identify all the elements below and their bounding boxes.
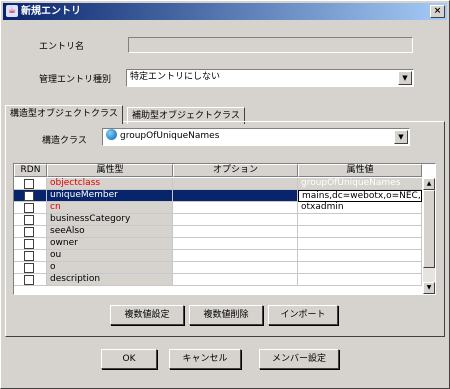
vertical-scrollbar[interactable]: ▲ ▼ xyxy=(423,178,435,294)
option-cell[interactable] xyxy=(173,262,298,274)
attribute-type-cell: ou xyxy=(47,250,173,262)
multi-value-set-button[interactable]: 複数値設定 xyxy=(110,305,184,325)
rdn-checkbox[interactable] xyxy=(24,275,34,285)
multi-value-delete-button[interactable]: 複数値削除 xyxy=(189,305,263,325)
table-row[interactable]: uniqueMember mains,dc=webotx,o=NEC,c=JP xyxy=(14,190,422,202)
structural-class-label: 構造クラス xyxy=(42,136,87,146)
option-cell[interactable] xyxy=(173,238,298,250)
ok-button[interactable]: OK xyxy=(101,349,157,369)
member-settings-button[interactable]: メンバー設定 xyxy=(259,349,339,369)
rdn-cell xyxy=(14,178,47,190)
rdn-cell xyxy=(14,262,47,274)
table-row[interactable]: o xyxy=(14,262,422,274)
attribute-table: RDN 属性型 オプション 属性値 objectclass groupOfUniq… xyxy=(13,163,436,295)
attribute-value-cell[interactable] xyxy=(298,214,422,226)
structural-class-value: groupOfUniqueNames xyxy=(120,131,220,141)
attribute-value-cell[interactable] xyxy=(298,238,422,250)
attribute-type-cell: o xyxy=(47,262,173,274)
dialog-window: ☕ 新規エントリ × エントリ名 管理エントリ種別 特定エントリにしない ▼ 構… xyxy=(0,0,450,389)
option-cell[interactable] xyxy=(173,178,298,190)
cancel-button[interactable]: キャンセル xyxy=(169,349,241,369)
table-row[interactable]: objectclass groupOfUniqueNames xyxy=(14,178,422,190)
rdn-checkbox[interactable] xyxy=(24,251,34,261)
rdn-checkbox[interactable] xyxy=(24,191,34,201)
table-row[interactable]: businessCategory xyxy=(14,214,422,226)
attribute-value-cell[interactable] xyxy=(298,262,422,274)
attribute-type-cell: owner xyxy=(47,238,173,250)
attribute-value-cell[interactable] xyxy=(298,274,422,286)
attribute-type-cell: objectclass xyxy=(47,178,173,190)
attribute-value-cell[interactable] xyxy=(298,250,422,262)
rdn-cell xyxy=(14,190,47,202)
option-cell[interactable] xyxy=(173,190,298,202)
rdn-cell xyxy=(14,226,47,238)
manage-type-label: 管理エントリ種別 xyxy=(39,75,112,85)
title-bar: ☕ 新規エントリ × xyxy=(3,3,447,20)
column-header-option[interactable]: オプション xyxy=(173,164,298,177)
attribute-type-cell: description xyxy=(47,274,173,286)
attribute-value-cell[interactable]: mains,dc=webotx,o=NEC,c=JP xyxy=(298,190,422,202)
table-row[interactable]: cn otxadmin xyxy=(14,202,422,214)
rdn-cell xyxy=(14,202,47,214)
column-header-attribute-value[interactable]: 属性値 xyxy=(298,164,422,177)
rdn-checkbox[interactable] xyxy=(24,263,34,273)
rdn-checkbox[interactable] xyxy=(24,227,34,237)
attribute-type-cell: uniqueMember xyxy=(47,190,173,202)
rdn-cell xyxy=(14,274,47,286)
rdn-checkbox[interactable] xyxy=(24,239,34,249)
attribute-value-cell[interactable] xyxy=(298,226,422,238)
entry-name-label: エントリ名 xyxy=(39,42,85,52)
rdn-cell xyxy=(14,214,47,226)
import-button[interactable]: インポート xyxy=(268,305,338,325)
option-cell[interactable] xyxy=(173,202,298,214)
column-header-rdn[interactable]: RDN xyxy=(14,164,47,177)
attribute-type-cell: seeAlso xyxy=(47,226,173,238)
scroll-thumb[interactable] xyxy=(423,190,435,268)
rdn-checkbox[interactable] xyxy=(24,179,34,189)
manage-type-value: 特定エントリにしない xyxy=(130,72,221,82)
option-cell[interactable] xyxy=(173,226,298,238)
chevron-down-icon[interactable]: ▼ xyxy=(398,71,412,85)
rdn-checkbox[interactable] xyxy=(24,215,34,225)
structural-class-select[interactable]: groupOfUniqueNames ▼ xyxy=(102,128,410,146)
column-header-attribute-type[interactable]: 属性型 xyxy=(47,164,173,177)
rdn-cell xyxy=(14,238,47,250)
attribute-type-cell: cn xyxy=(47,202,173,214)
option-cell[interactable] xyxy=(173,250,298,262)
option-cell[interactable] xyxy=(173,214,298,226)
entry-name-field[interactable] xyxy=(128,37,413,53)
scroll-up-icon[interactable]: ▲ xyxy=(423,178,435,190)
table-row[interactable]: ou xyxy=(14,250,422,262)
table-row[interactable]: owner xyxy=(14,238,422,250)
rdn-cell xyxy=(14,250,47,262)
attribute-type-cell: businessCategory xyxy=(47,214,173,226)
attribute-value-cell[interactable]: groupOfUniqueNames xyxy=(298,178,422,190)
object-class-icon xyxy=(106,129,117,140)
rdn-checkbox[interactable] xyxy=(24,203,34,213)
table-row[interactable]: description xyxy=(14,274,422,286)
attribute-value-cell[interactable]: otxadmin xyxy=(298,202,422,214)
scroll-down-icon[interactable]: ▼ xyxy=(423,282,435,294)
java-app-icon: ☕ xyxy=(6,5,18,17)
chevron-down-icon[interactable]: ▼ xyxy=(394,130,408,144)
option-cell[interactable] xyxy=(173,274,298,286)
close-button[interactable]: × xyxy=(430,5,445,18)
manage-type-select[interactable]: 特定エントリにしない ▼ xyxy=(126,69,414,87)
window-title: 新規エントリ xyxy=(21,6,81,17)
table-row[interactable]: seeAlso xyxy=(14,226,422,238)
tab-structural[interactable]: 構造型オブジェクトクラス xyxy=(5,105,123,124)
